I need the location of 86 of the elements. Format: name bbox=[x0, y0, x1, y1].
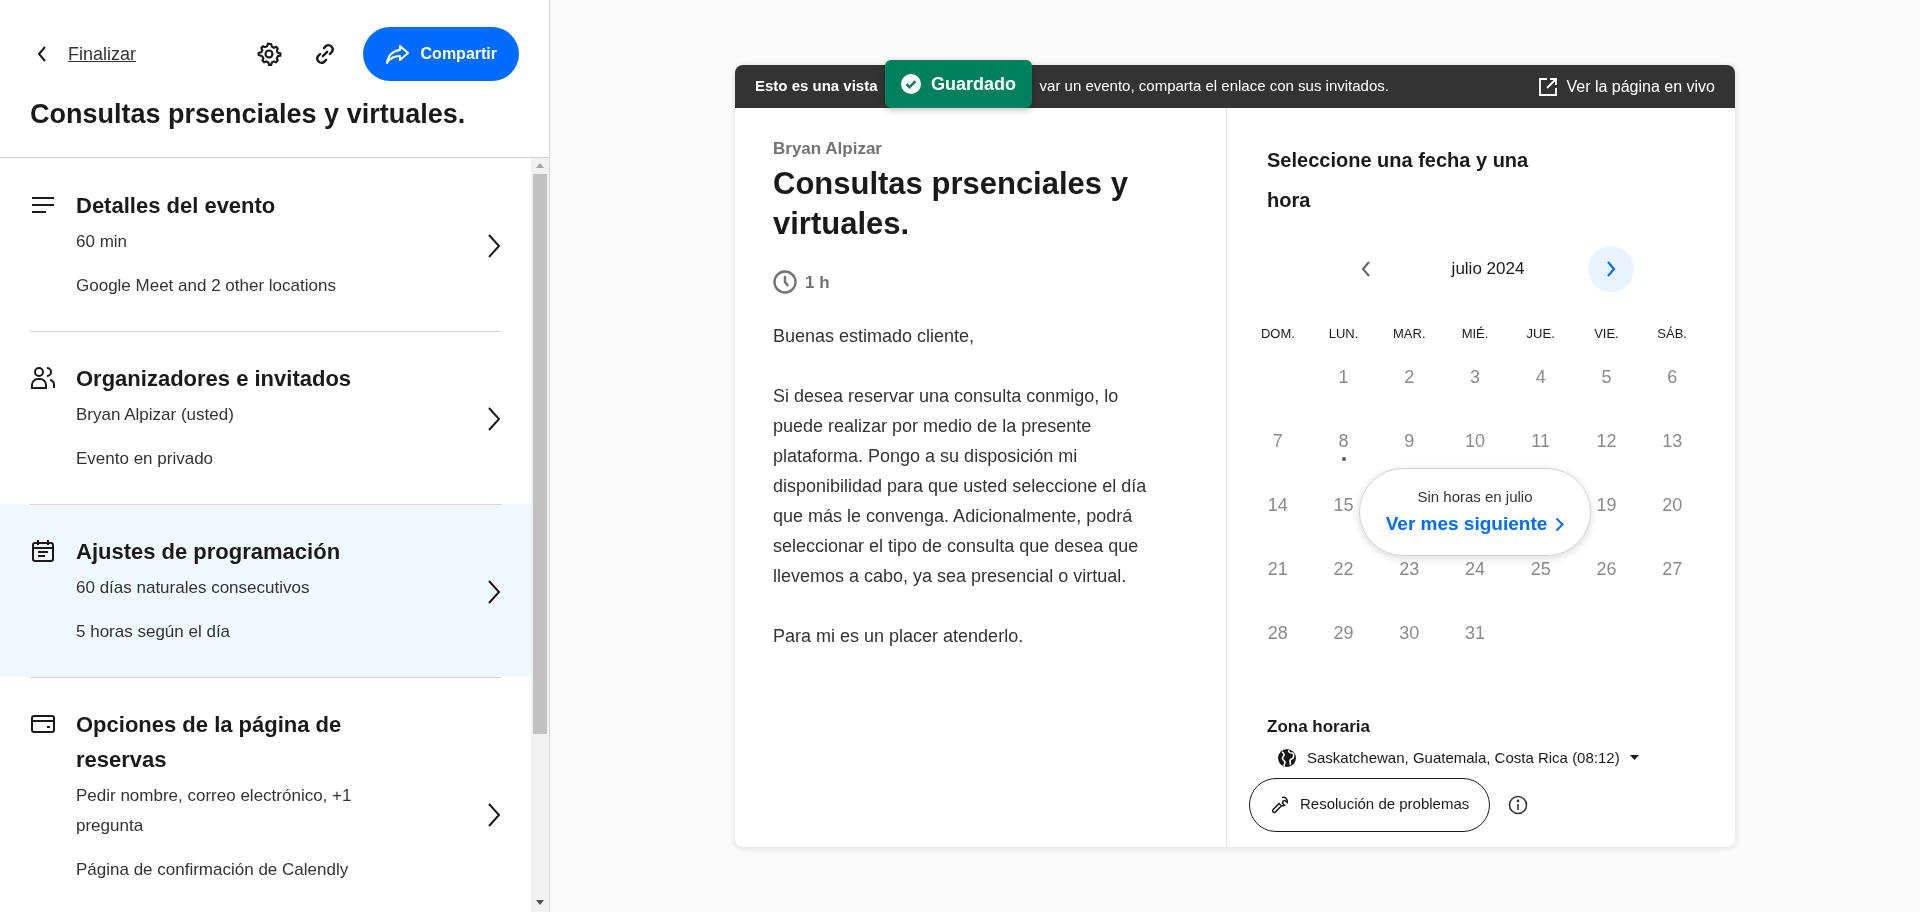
saved-toast: Guardado bbox=[885, 60, 1032, 108]
people-icon bbox=[30, 364, 56, 391]
weekday-label: SÁB. bbox=[1657, 326, 1687, 341]
calendar-day: 27 bbox=[1662, 555, 1683, 583]
clock-icon bbox=[773, 270, 797, 295]
duration: 1 h bbox=[805, 271, 830, 294]
host-name: Bryan Alpizar bbox=[773, 138, 883, 160]
section-detail: Google Meet and 2 other locations bbox=[76, 274, 337, 297]
chevron-right-icon bbox=[487, 232, 501, 259]
no-times-note: Sin horas en julio bbox=[1417, 486, 1533, 507]
section-detail: Página de confirmación de Calendly bbox=[76, 858, 350, 881]
section-detail: Bryan Alpizar (usted) bbox=[76, 403, 235, 426]
share-button[interactable]: Compartir bbox=[362, 27, 519, 81]
external-link-icon bbox=[1538, 76, 1559, 97]
weekday-label: MIÉ. bbox=[1461, 326, 1489, 341]
chevron-left-icon bbox=[1361, 261, 1371, 277]
calendar-day: 19 bbox=[1596, 491, 1617, 519]
description-paragraph: Para mi es un placer atenderlo. bbox=[773, 625, 1025, 648]
calendar-day: 1 bbox=[1338, 363, 1349, 391]
calendar-day: 11 bbox=[1531, 427, 1551, 455]
calendar-day: 10 bbox=[1464, 427, 1485, 455]
calendar-day: 8 bbox=[1338, 427, 1349, 455]
description-paragraph: Si desea reservar una consulta conmigo, lo puede realizar por medio de la presente plataforma. Pongo a su disposición mi disponibilidad para que usted seleccione el día que más le convenga. Adicionalmente, podrá seleccionar el tipo de consulta que desea que llevemos a cabo, ya sea presencial o virtual. bbox=[773, 385, 1148, 588]
section-detail: 60 min bbox=[76, 230, 129, 253]
chevron-right-icon bbox=[487, 405, 501, 432]
calendar-day: 12 bbox=[1596, 427, 1617, 455]
description-paragraph: Buenas estimado cliente, bbox=[773, 325, 976, 348]
calendar-day: 5 bbox=[1601, 363, 1612, 391]
section-title: Opciones de la página de reservas bbox=[76, 710, 343, 774]
calendar-day: 23 bbox=[1399, 555, 1420, 583]
wrench-icon bbox=[1270, 794, 1290, 815]
section-title: Ajustes de programación bbox=[76, 537, 342, 566]
calendar-day: 3 bbox=[1470, 363, 1480, 391]
event-title: Consultas prsenciales y virtuales. bbox=[773, 164, 1129, 243]
calendar-icon bbox=[30, 537, 56, 564]
weekday-label: JUE. bbox=[1526, 326, 1555, 341]
scroll-down-icon[interactable] bbox=[536, 900, 544, 906]
calendar-day: 21 bbox=[1267, 555, 1288, 583]
weekday-label: DOM. bbox=[1260, 326, 1295, 341]
section-detail: 5 horas según el día bbox=[76, 620, 232, 643]
section-detail: 60 días naturales consecutivos bbox=[76, 576, 311, 599]
check-circle-icon bbox=[901, 74, 921, 94]
calendar-heading: Seleccione una fecha y una hora bbox=[1267, 148, 1530, 213]
calendar-day: 31 bbox=[1464, 619, 1485, 647]
calendar-day: 14 bbox=[1267, 491, 1288, 519]
chevron-right-icon bbox=[487, 801, 501, 828]
calendar-day: 13 bbox=[1662, 427, 1683, 455]
calendar-day: 15 bbox=[1333, 491, 1354, 519]
calendar-day: 30 bbox=[1399, 619, 1420, 647]
timezone-dropdown[interactable]: Saskatchewan, Guatemala, Costa Rica (08:12) bbox=[1277, 747, 1705, 770]
calendar-day: 4 bbox=[1535, 363, 1546, 391]
calendar-day: 22 bbox=[1333, 555, 1354, 583]
calendar-day: 20 bbox=[1662, 491, 1683, 519]
live-page-link[interactable]: Ver la página en vivo bbox=[1538, 74, 1715, 99]
calendar-day: 2 bbox=[1404, 363, 1415, 391]
event-title: Consultas prsenciales y virtuales. bbox=[29, 98, 467, 131]
chevron-right-icon bbox=[1555, 516, 1565, 532]
month-label: julio 2024 bbox=[1450, 258, 1526, 281]
banner-text: var un evento, comparta el enlace con sus invitados. bbox=[1039, 76, 1389, 97]
calendar-day: 6 bbox=[1667, 363, 1678, 391]
calendar-day: 24 bbox=[1464, 555, 1485, 583]
finalize-link[interactable]: Finalizar bbox=[68, 40, 137, 68]
calendar-day: 28 bbox=[1267, 619, 1288, 647]
banner-text: Esto es una vista bbox=[755, 76, 878, 97]
calendar-day: 29 bbox=[1333, 619, 1354, 647]
weekday-label: MAR. bbox=[1393, 326, 1426, 341]
settings-section[interactable]: Ajustes de programación 60 días naturales consecutivos 5 horas según el día bbox=[0, 503, 531, 677]
calendar-day: 9 bbox=[1404, 427, 1415, 455]
calendar-day: 26 bbox=[1596, 555, 1617, 583]
next-month-link[interactable]: Ver mes siguiente bbox=[1385, 510, 1565, 539]
chevron-right-icon bbox=[487, 578, 501, 605]
share-icon bbox=[384, 43, 411, 65]
scrollbar[interactable] bbox=[531, 157, 549, 912]
calendar-day: 25 bbox=[1530, 555, 1551, 583]
calendar-day: 7 bbox=[1272, 427, 1283, 455]
timezone-label: Zona horaria bbox=[1267, 715, 1371, 738]
section-title: Organizadores e invitados bbox=[76, 364, 353, 393]
section-detail: Pedir nombre, correo electrónico, +1 pregunta bbox=[76, 784, 353, 837]
globe-icon bbox=[1277, 748, 1297, 769]
section-title: Detalles del evento bbox=[76, 191, 277, 220]
info-icon[interactable] bbox=[1508, 794, 1529, 815]
section-detail: Evento en privado bbox=[76, 447, 215, 470]
dropdown-caret-icon bbox=[1629, 755, 1639, 762]
weekday-label: VIE. bbox=[1594, 326, 1619, 341]
chevron-right-icon bbox=[1606, 261, 1616, 277]
weekday-label: LUN. bbox=[1328, 326, 1359, 341]
